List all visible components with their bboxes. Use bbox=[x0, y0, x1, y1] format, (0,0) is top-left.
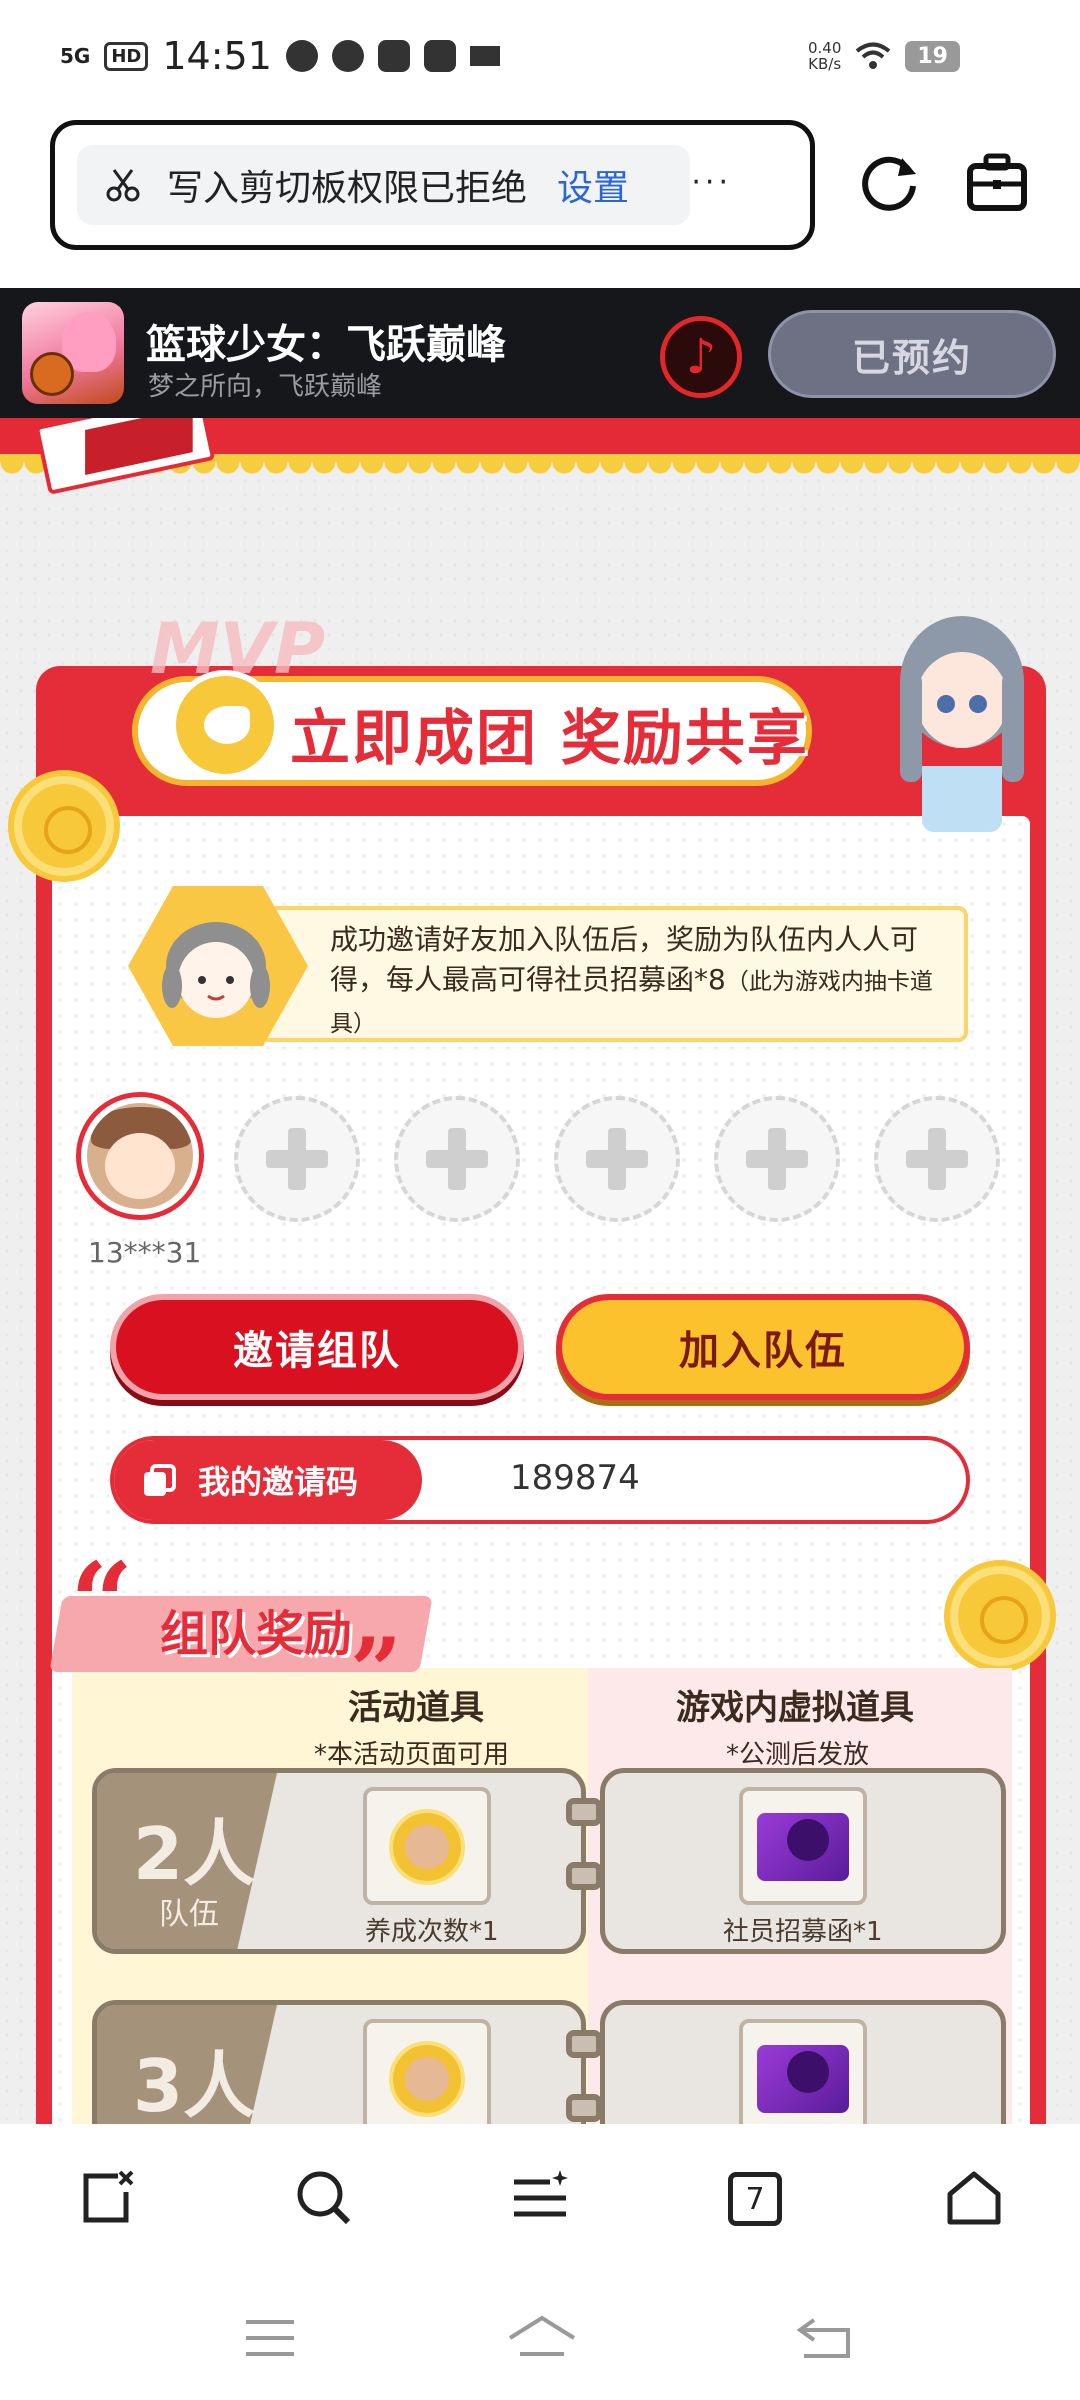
invite-team-button[interactable]: 邀请组队 bbox=[110, 1294, 524, 1400]
settings-link[interactable]: 设置 bbox=[557, 159, 629, 211]
virtual-items-title: 游戏内虚拟道具 bbox=[676, 1688, 914, 1728]
chain-link-decoration bbox=[566, 1798, 602, 1826]
back-nav-icon[interactable] bbox=[794, 2314, 854, 2362]
character-illustration bbox=[900, 616, 1024, 832]
clipboard-message: 写入剪切板权限已拒绝 bbox=[167, 168, 528, 209]
wifi-icon bbox=[856, 42, 891, 69]
join-team-button[interactable]: 加入队伍 bbox=[556, 1294, 970, 1400]
team-member-avatar[interactable] bbox=[76, 1092, 204, 1220]
network-indicator: 5G bbox=[60, 44, 91, 68]
game-title: 篮球少女：飞跃巅峰 bbox=[146, 322, 506, 368]
invite-code-label-text: 我的邀请码 bbox=[198, 1463, 359, 1501]
message-icon bbox=[331, 40, 364, 72]
game-banner[interactable]: 篮球少女：飞跃巅峰 梦之所向，飞跃巅峰 ♪ 已预约 bbox=[0, 288, 1080, 418]
reward-tier-row: 社员招募函*1 bbox=[600, 1768, 1006, 1954]
invite-code-label: 我的邀请码 bbox=[114, 1440, 422, 1520]
browser-toolbar: 7 bbox=[0, 2124, 1080, 2274]
clock: 14:51 bbox=[162, 34, 272, 78]
whistle-icon bbox=[170, 670, 280, 780]
tab-count-button[interactable]: 7 bbox=[728, 2172, 782, 2226]
empty-slot-add-button[interactable] bbox=[234, 1096, 360, 1222]
reward-tier-row: 2人 队伍 养成次数*1 bbox=[92, 1768, 586, 1954]
activity-items-title: 活动道具 bbox=[348, 1688, 484, 1728]
hd-indicator: HD bbox=[104, 41, 149, 71]
refresh-button[interactable] bbox=[856, 150, 922, 216]
tier-size: 2人 bbox=[133, 1812, 256, 1896]
reward-section-title: 组队奖励 bbox=[160, 1606, 353, 1662]
top-badge-decoration bbox=[34, 418, 216, 495]
tier-size: 3人 bbox=[133, 2044, 256, 2124]
address-bar[interactable]: 写入剪切板权限已拒绝 设置 ··· bbox=[50, 120, 815, 250]
invite-code-value: 189874 bbox=[510, 1458, 640, 1498]
status-right: 0.40 KB/s 19 bbox=[808, 40, 960, 72]
mail-icon bbox=[377, 40, 410, 72]
close-tab-icon[interactable] bbox=[78, 2168, 138, 2228]
video-icon bbox=[423, 40, 456, 72]
training-item-icon bbox=[363, 2019, 491, 2124]
invite-code-bar[interactable]: 我的邀请码 189874 bbox=[110, 1436, 970, 1524]
system-nav-bar bbox=[0, 2274, 1080, 2400]
reward-item-label: 养成次数*1 bbox=[365, 1917, 499, 1947]
event-page: MVP 立即成团 奖励共享 成功邀请好友加入队伍后，奖励为队伍内人人可得，每人最… bbox=[0, 418, 1080, 2124]
basketball-badge-icon bbox=[950, 1566, 1050, 1666]
battery-indicator: 19 bbox=[905, 40, 960, 72]
reward-item-label: 社员招募函*1 bbox=[723, 1917, 883, 1947]
status-bar: 5G HD 14:51 0.40 KB/s 19 bbox=[0, 0, 1080, 120]
home-nav-icon[interactable] bbox=[506, 2314, 578, 2362]
copy-icon bbox=[144, 1464, 176, 1496]
activity-items-note: *本活动页面可用 bbox=[314, 1740, 510, 1770]
recent-apps-icon[interactable] bbox=[240, 2314, 300, 2362]
chain-link-decoration bbox=[566, 1862, 602, 1890]
event-title: 立即成团 奖励共享 bbox=[290, 704, 809, 774]
empty-slot-add-button[interactable] bbox=[394, 1096, 520, 1222]
menu-icon[interactable] bbox=[510, 2168, 570, 2228]
reward-tier-row: 3人 队伍 bbox=[92, 2000, 586, 2124]
home-icon[interactable] bbox=[944, 2168, 1004, 2228]
tier-unit: 队伍 bbox=[159, 1897, 219, 1932]
info-text: 成功邀请好友加入队伍后，奖励为队伍内人人可得，每人最高可得社员招募函*8（此为游… bbox=[330, 920, 950, 1044]
status-left: 5G HD 14:51 bbox=[60, 34, 500, 78]
crown-icon bbox=[469, 46, 500, 66]
chain-link-decoration bbox=[566, 2030, 602, 2058]
music-note-icon[interactable]: ♪ bbox=[660, 316, 742, 398]
search-icon[interactable] bbox=[294, 2168, 354, 2228]
recruit-letter-icon bbox=[739, 2019, 867, 2124]
mascot-face-icon bbox=[162, 922, 270, 1018]
reward-tier-row bbox=[600, 2000, 1006, 2124]
empty-slot-add-button[interactable] bbox=[714, 1096, 840, 1222]
game-subtitle: 梦之所向，飞跃巅峰 bbox=[148, 372, 383, 402]
empty-slot-add-button[interactable] bbox=[554, 1096, 680, 1222]
toolbox-button[interactable] bbox=[964, 150, 1030, 216]
game-icon bbox=[22, 302, 124, 404]
more-menu-button[interactable]: ··· bbox=[691, 165, 732, 200]
basketball-badge-icon bbox=[14, 776, 114, 876]
scissors-icon bbox=[106, 169, 140, 202]
chain-link-decoration bbox=[566, 2094, 602, 2122]
empty-slot-add-button[interactable] bbox=[874, 1096, 1000, 1222]
recruit-letter-icon bbox=[739, 1787, 867, 1905]
network-speed: 0.40 KB/s bbox=[807, 39, 842, 73]
team-member-name: 13***31 bbox=[88, 1236, 202, 1269]
wechat-icon bbox=[285, 40, 318, 72]
training-item-icon bbox=[363, 1787, 491, 1905]
clipboard-notice: 写入剪切板权限已拒绝 设置 bbox=[77, 145, 690, 225]
quote-open-icon: “ bbox=[70, 1538, 134, 1667]
virtual-items-note: *公测后发放 bbox=[726, 1740, 870, 1770]
reserved-button[interactable]: 已预约 bbox=[768, 310, 1056, 398]
